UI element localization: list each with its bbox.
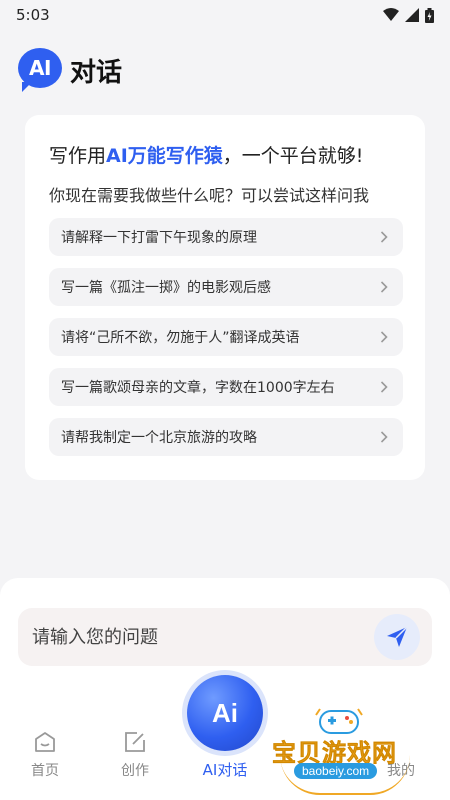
tab-home[interactable]: 首页: [22, 730, 68, 780]
ai-chat-icon: Ai: [187, 675, 263, 751]
suggestion-text: 写一篇《孤注一掷》的电影观后感: [61, 280, 271, 296]
suggestion-item[interactable]: 写一篇《孤注一掷》的电影观后感: [49, 268, 403, 306]
status-time: 5:03: [16, 6, 50, 24]
tab-label: 首页: [31, 763, 59, 779]
chevron-right-icon: [377, 430, 391, 444]
page-header: AI 对话: [18, 48, 122, 92]
suggestion-text: 请解释一下打雷下午现象的原理: [61, 230, 257, 246]
chevron-right-icon: [377, 330, 391, 344]
headline: 写作用 AI万能写作猿 ，一个平台就够!: [49, 141, 401, 168]
suggestion-item[interactable]: 写一篇歌颂母亲的文章，字数在1000字左右: [49, 368, 403, 406]
subline: 你现在需要我做些什么呢？可以尝试这样问我: [49, 186, 370, 205]
ai-logo-text: AI: [18, 48, 62, 88]
ai-logo: AI: [18, 48, 62, 92]
tab-create[interactable]: 创作: [112, 730, 158, 780]
home-icon: [35, 732, 55, 752]
suggestion-text: 请帮我制定一个北京旅游的攻略: [61, 430, 257, 446]
watermark: 宝贝游戏网 baobeiy.com: [272, 705, 422, 795]
send-button[interactable]: [374, 614, 420, 660]
suggestion-text: 写一篇歌颂母亲的文章，字数在1000字左右: [61, 380, 335, 396]
chat-input-box: [18, 608, 432, 666]
suggestion-list: 请解释一下打雷下午现象的原理 写一篇《孤注一掷》的电影观后感 请将“己所不欲，勿…: [49, 218, 403, 456]
headline-suffix: ，一个平台就够!: [222, 145, 364, 167]
intro-card: 写作用 AI万能写作猿 ，一个平台就够! 你现在需要我做些什么呢？可以尝试这样问…: [25, 115, 425, 480]
chevron-right-icon: [377, 280, 391, 294]
watermark-url: baobeiy.com: [294, 763, 378, 779]
question-input[interactable]: [32, 626, 352, 648]
headline-brand: AI万能写作猿: [106, 145, 223, 167]
status-bar: 5:03: [0, 0, 450, 30]
tab-ai-chat[interactable]: Ai AI对话: [184, 675, 266, 780]
suggestion-item[interactable]: 请解释一下打雷下午现象的原理: [49, 218, 403, 256]
tab-label: AI对话: [202, 761, 248, 779]
signal-icon: [405, 8, 419, 22]
chevron-right-icon: [377, 230, 391, 244]
suggestion-text: 请将“己所不欲，勿施于人”翻译成英语: [61, 330, 300, 346]
status-icons: [383, 7, 434, 23]
page-title: 对话: [70, 57, 123, 88]
suggestion-item[interactable]: 请帮我制定一个北京旅游的攻略: [49, 418, 403, 456]
tab-label: 创作: [121, 763, 149, 779]
headline-prefix: 写作用: [49, 145, 107, 167]
wifi-icon: [383, 8, 399, 21]
battery-icon: [425, 7, 434, 23]
send-icon: [387, 626, 408, 647]
chevron-right-icon: [377, 380, 391, 394]
suggestion-item[interactable]: 请将“己所不欲，勿施于人”翻译成英语: [49, 318, 403, 356]
edit-icon: [125, 732, 145, 752]
